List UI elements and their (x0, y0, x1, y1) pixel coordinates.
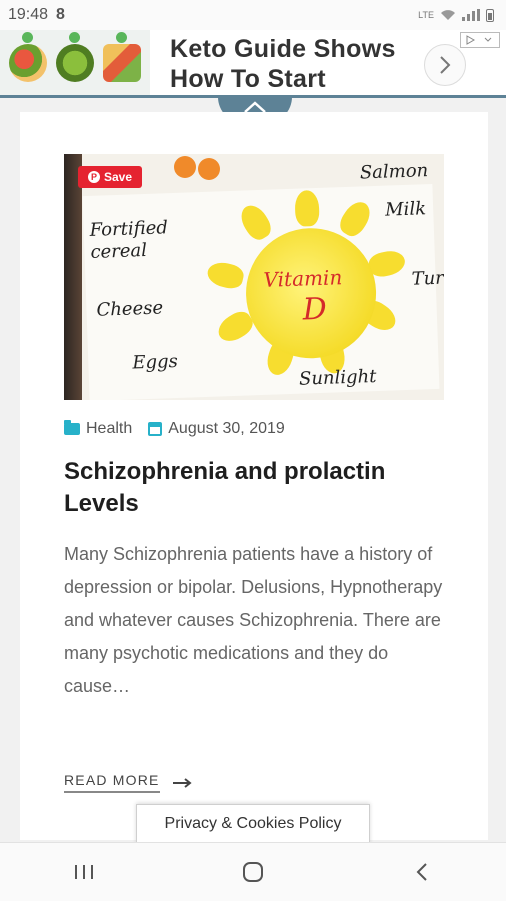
ad-image[interactable] (0, 30, 150, 95)
image-text-salmon: Salmon (359, 160, 429, 184)
status-bar: 19:48 8 LTE (0, 0, 506, 30)
wifi-icon (441, 10, 455, 20)
post-category[interactable]: Health (86, 420, 132, 438)
privacy-cookies-button[interactable]: Privacy & Cookies Policy (136, 804, 370, 844)
battery-icon (486, 8, 494, 22)
image-text-cheese: Cheese (96, 297, 164, 321)
read-more-link[interactable]: READ MORE (64, 772, 192, 793)
adchoices-icon[interactable] (460, 32, 500, 48)
status-time: 19:48 (8, 6, 49, 23)
post-featured-image[interactable]: Vitamin D Fortified cereal Cheese Eggs S… (64, 154, 444, 400)
navigation-bar (0, 842, 506, 901)
signal-icon (462, 9, 480, 21)
back-icon (416, 863, 427, 881)
post-meta: Health August 30, 2019 (64, 420, 285, 438)
meal-box-image (103, 31, 142, 82)
post-date-link[interactable]: August 30, 2019 (148, 420, 285, 438)
ad-banner[interactable]: Keto Guide Shows How To Start (0, 30, 506, 98)
post-title[interactable]: Schizophrenia and prolactin Levels (64, 456, 454, 520)
meal-bowl-image (55, 31, 94, 82)
arrow-right-icon (172, 777, 192, 788)
meal-bowl-image (8, 31, 47, 82)
recents-button[interactable] (54, 852, 114, 892)
notification-icon: 8 (56, 6, 65, 23)
back-button[interactable] (392, 852, 452, 892)
ad-headline[interactable]: Keto Guide Shows How To Start (170, 34, 410, 94)
image-text-milk: Milk (384, 198, 427, 221)
post-card: Vitamin D Fortified cereal Cheese Eggs S… (20, 112, 488, 840)
network-label: LTE (418, 10, 434, 20)
image-text-fortified: Fortified cereal (89, 217, 169, 263)
post-date[interactable]: August 30, 2019 (168, 420, 285, 438)
image-text-tur: Tur (411, 267, 444, 290)
folder-icon (64, 420, 80, 435)
chevron-right-icon (440, 56, 451, 74)
post-category-link[interactable]: Health (64, 420, 132, 438)
calendar-icon (148, 422, 163, 436)
pinterest-save-label: Save (103, 170, 133, 184)
image-text-eggs: Eggs (132, 350, 179, 374)
image-text-sunlight: Sunlight (298, 366, 377, 390)
home-button[interactable] (223, 852, 283, 892)
image-text-d: D (302, 291, 328, 328)
pinterest-save-button[interactable]: P Save (78, 166, 142, 188)
image-text-vitamin: Vitamin (263, 265, 343, 292)
home-icon (242, 862, 263, 882)
pinterest-icon: P (87, 171, 100, 183)
post-excerpt: Many Schizophrenia patients have a histo… (64, 544, 443, 696)
read-more-label[interactable]: READ MORE (64, 772, 160, 793)
recents-icon (75, 865, 94, 879)
ad-next-button[interactable] (424, 44, 466, 86)
